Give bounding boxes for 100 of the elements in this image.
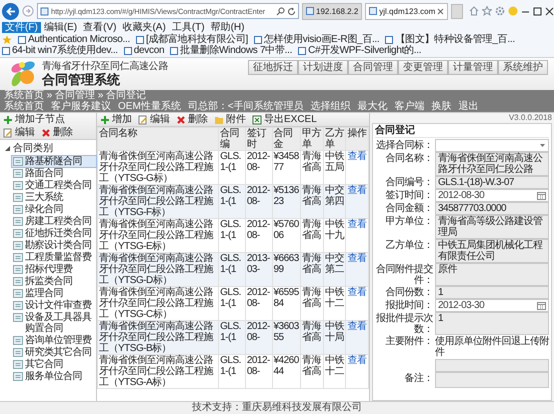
table-cell: ¥426044 [272,354,301,388]
header-link[interactable]: OEM性量系统 [118,101,181,112]
table-cell: 青海省高 [300,184,324,218]
search-icon[interactable] [276,6,285,16]
toolbar-button[interactable]: 增加子节点 [0,113,68,126]
tree-item[interactable]: 设备及工具器具购置合同 [12,312,96,334]
toolbar-button[interactable]: 编辑 [0,126,38,139]
tree-item[interactable]: 拆监类合同 [12,276,96,287]
header-link[interactable]: 客户端 [394,101,425,112]
menu-item[interactable]: 帮助(H) [208,22,248,33]
table-cell: 青海省高 [300,354,324,388]
toolbar-button[interactable]: 增加 [97,113,135,126]
tree-item[interactable]: 咨询单位管理费 [12,335,96,346]
forward-icon[interactable] [22,5,34,17]
tree-item[interactable]: 交通工程类合同 [12,180,96,191]
tree-item[interactable]: 绿化合同 [12,204,96,215]
version-label: V3.0.0.2018 [508,113,552,123]
tree-item[interactable]: 三大系统 [12,192,96,203]
toolbar-button[interactable]: 删除 [173,113,211,126]
favorite-link[interactable]: [成都富地科技有限公司] [136,34,248,45]
favorite-link[interactable]: 【图文】特种设备管理_百... [385,34,515,45]
calendar-icon[interactable] [537,191,546,200]
header-link[interactable]: 客户服务建议 [51,101,111,112]
header-link[interactable]: 退出 [458,101,479,112]
menu-item[interactable]: 工具(T) [168,22,208,33]
tree-item[interactable]: 招标代理费 [12,264,96,275]
document-icon [13,229,23,238]
field-label: 报批件提示次数： [375,312,433,335]
table-cell: GLS.1-(1 [218,184,246,218]
refresh-icon[interactable] [287,6,296,16]
toolbar-button[interactable]: 附件 [211,113,249,126]
calendar-icon[interactable] [537,301,546,310]
menu-item[interactable]: 收藏夹(A) [119,22,169,33]
field-label: 选择合同标： [375,139,433,152]
tree-item[interactable]: 工程质量监督费 [12,252,96,263]
tree-item[interactable]: 勘察设计类合同 [12,240,96,251]
menu-item[interactable]: 查看(V) [80,22,120,33]
header-link[interactable]: 换肤 [432,101,452,112]
favorite-link[interactable]: Authentication Microso... [18,34,130,45]
new-tab-button[interactable] [451,4,464,18]
tree-item[interactable]: 房建工程类合同 [12,216,96,227]
header-link[interactable]: 系统首页 [4,101,44,112]
browser-tab[interactable]: yjl.qdm123.com [365,2,448,20]
back-button[interactable] [2,2,19,20]
header-link[interactable]: 最大化 [358,101,388,112]
table-cell: 青海省高 [300,252,324,286]
page-icon [306,7,314,15]
tree-item[interactable]: 研究类其它合同 [12,347,96,358]
tree-item[interactable]: 监理合同 [12,288,96,299]
menu-item[interactable]: 编辑(E) [40,22,80,33]
add-icon [100,114,110,124]
favorite-link[interactable]: 64-bit win7系统使用dev... [2,45,118,56]
table-cell: 中铁十二 [323,354,346,388]
tree-item[interactable]: 其它合同 [12,359,96,370]
table-cell: 青海省侏倒至河南高速公路牙什尕至同仁段公路工程施工（YTSG-A标） [98,354,219,388]
module-tab[interactable]: 计划进度 [298,60,348,75]
home-icon[interactable] [469,6,480,16]
toolbar-button[interactable]: 编辑 [135,113,173,126]
field-label: 乙方单位： [384,239,433,253]
document-icon [13,360,23,369]
star-icon[interactable] [482,6,492,16]
tree-item[interactable]: 路基桥隧合同 [12,156,96,167]
tree-item[interactable]: 征地拆迁类合同 [12,228,96,239]
maximize-icon[interactable] [533,6,542,16]
module-tab[interactable]: 变更管理 [398,60,448,75]
select-field[interactable] [435,139,549,152]
module-tab[interactable]: 计量管理 [448,60,498,75]
close-icon[interactable] [545,6,554,16]
favorite-link[interactable]: devcon [124,45,164,56]
module-tab[interactable]: 系统维护 [498,60,548,75]
date-field[interactable]: 2012-08-30 [435,189,549,202]
field-label: 签订时间： [384,189,433,202]
tree-node[interactable]: 合同类别 [13,143,53,154]
app-title: 合同管理系统 [42,72,121,87]
attachment-note: 使用原单位附件回退上传附件 [435,335,549,358]
date-field[interactable]: 2012-03-30 [435,299,549,312]
tree-item[interactable]: 路面合同 [12,168,96,179]
module-tab[interactable]: 征地拆迁 [248,60,298,75]
toolbar-button[interactable]: 导出EXCEL [249,113,320,126]
table-cell: ¥666399 [272,252,301,286]
module-tab[interactable]: 合同管理 [348,60,398,75]
settings-icon[interactable] [495,6,506,16]
column-header: 合同金 [272,128,301,150]
close-icon[interactable] [437,8,444,14]
header-link[interactable]: 选择组织 [310,101,351,112]
favorite-link[interactable]: 批量删除Windows 7中带... [170,45,292,56]
table-cell: GLS.1-(1 [218,320,246,354]
browser-tab[interactable]: 192.168.2.2 [302,2,362,20]
document-icon [13,241,23,250]
menu-item[interactable]: 文件(F) [2,22,41,33]
column-header: 操作 [346,128,368,150]
spreadsheet-icon [252,114,262,124]
column-header: 签订时 [245,128,272,150]
header-link[interactable]: 司总部：<手间系统管理员 [188,101,304,112]
folder-icon [214,114,224,124]
tree-item[interactable]: 服务单位合同 [12,371,96,382]
favorite-link[interactable]: 怎样使用visio画E-R图_百... [254,34,380,45]
tree-item[interactable]: 设计文件审查费 [12,300,96,311]
toolbar-button[interactable]: 删除 [38,126,76,139]
favorite-link[interactable]: C#开发WPF-Silverlight的... [298,45,422,56]
